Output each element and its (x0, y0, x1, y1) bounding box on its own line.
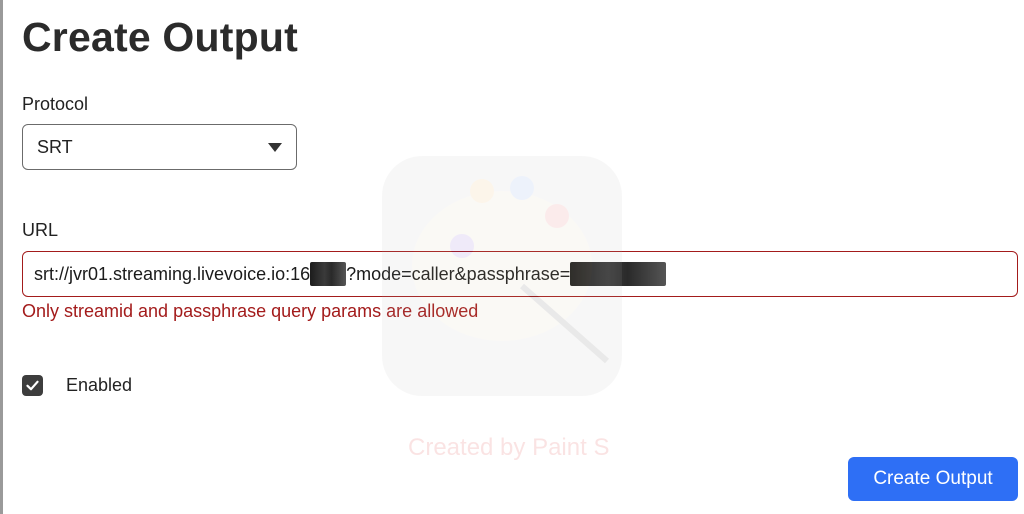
caret-down-icon (268, 142, 282, 152)
url-label: URL (22, 220, 59, 240)
protocol-label: Protocol (22, 94, 89, 114)
enabled-label: Enabled (66, 375, 133, 395)
redaction-block (310, 262, 347, 286)
left-border (0, 0, 3, 514)
url-input[interactable]: srt://jvr01.streaming.livevoice.io:16 ?m… (22, 251, 1018, 297)
url-value-part2: ?mode=caller&passphrase= (346, 263, 571, 284)
url-error-message: Only streamid and passphrase query param… (22, 301, 479, 321)
checkmark-icon (26, 380, 39, 391)
create-output-page: Create Output Protocol SRT URL srt://jvr… (0, 0, 1024, 514)
page-title: Create Output (22, 14, 298, 60)
watermark-text: Created by Paint S (408, 434, 610, 461)
protocol-select[interactable]: SRT (22, 124, 297, 170)
url-value-part1: srt://jvr01.streaming.livevoice.io:16 (34, 263, 311, 284)
protocol-selected-value: SRT (37, 136, 73, 157)
enabled-checkbox[interactable] (22, 375, 43, 396)
redaction-block (570, 262, 667, 286)
create-output-button[interactable]: Create Output (848, 457, 1018, 501)
